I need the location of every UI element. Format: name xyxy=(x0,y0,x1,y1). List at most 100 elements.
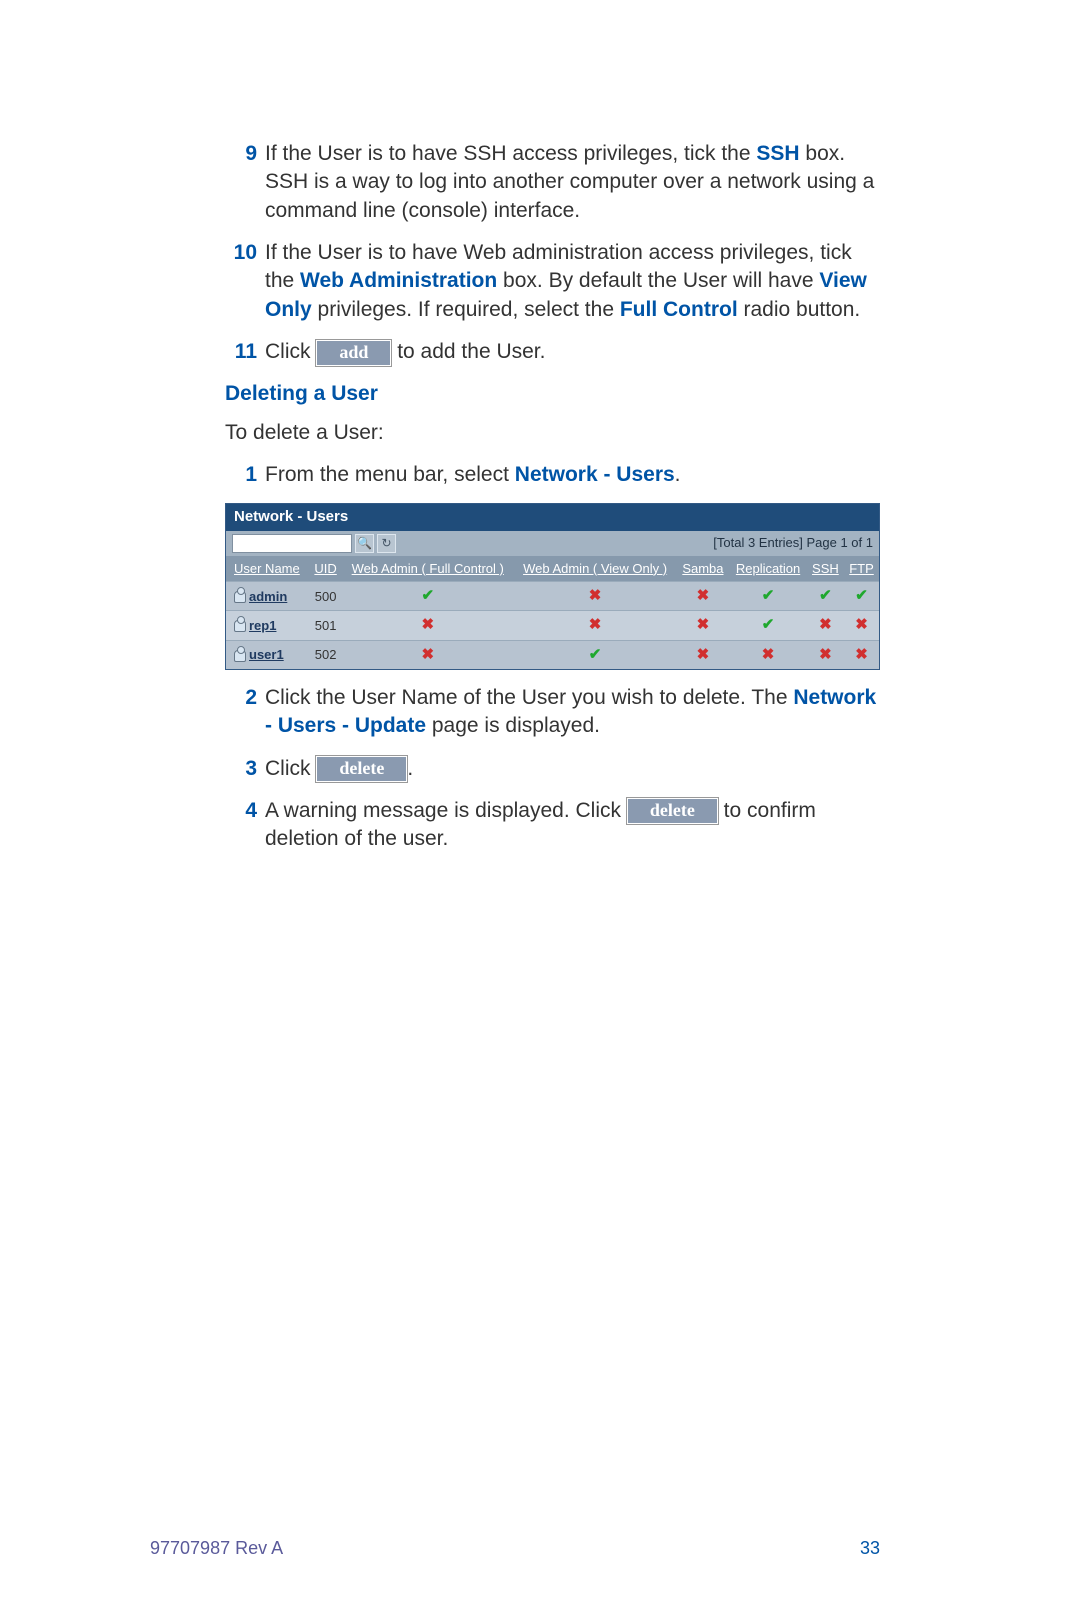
search-icon[interactable]: 🔍 xyxy=(355,534,374,553)
delete-button-confirm[interactable]: delete xyxy=(627,798,718,824)
step-11: 11 Click add to add the User. xyxy=(225,338,880,366)
page-number: 33 xyxy=(860,1538,880,1559)
step-body: A warning message is displayed. Click de… xyxy=(265,797,880,854)
cell-repl: ✔ xyxy=(729,611,807,640)
text: Click the User Name of the User you wish… xyxy=(265,686,793,709)
web-admin-label: Web Administration xyxy=(300,269,497,292)
step-number: 1 xyxy=(225,461,265,489)
cell-samba: ✖ xyxy=(677,582,730,611)
step-body: From the menu bar, select Network - User… xyxy=(265,461,880,489)
pagination-info: [Total 3 Entries] Page 1 of 1 xyxy=(713,534,873,552)
panel-title: Network - Users xyxy=(226,504,879,530)
panel-toolbar: 🔍 ↻ [Total 3 Entries] Page 1 of 1 xyxy=(226,531,879,556)
col-uid[interactable]: UID xyxy=(309,556,342,582)
cell-ftp: ✔ xyxy=(844,582,879,611)
add-button[interactable]: add xyxy=(316,340,391,366)
check-icon: ✔ xyxy=(819,587,832,604)
col-samba[interactable]: Samba xyxy=(677,556,730,582)
users-table: User Name UID Web Admin ( Full Control )… xyxy=(226,556,879,669)
cell-samba: ✖ xyxy=(677,640,730,669)
delete-step-4: 4 A warning message is displayed. Click … xyxy=(225,797,880,854)
col-username[interactable]: User Name xyxy=(226,556,309,582)
check-icon: ✔ xyxy=(421,587,434,604)
step-number: 4 xyxy=(225,797,265,854)
user-icon xyxy=(234,591,246,603)
delete-step-3: 3 Click delete. xyxy=(225,755,880,783)
col-ssh[interactable]: SSH xyxy=(807,556,844,582)
step-number: 11 xyxy=(225,338,265,366)
text: box. By default the User will have xyxy=(497,269,819,292)
col-webadmin-full[interactable]: Web Admin ( Full Control ) xyxy=(342,556,514,582)
cell-samba: ✖ xyxy=(677,611,730,640)
text: Click xyxy=(265,757,316,780)
cell-username[interactable]: admin xyxy=(226,582,309,611)
table-row: rep1501 ✖ ✖ ✖ ✔ ✖ ✖ xyxy=(226,611,879,640)
cross-icon: ✖ xyxy=(697,646,710,663)
ssh-label: SSH xyxy=(756,142,799,165)
table-row: user1502 ✖ ✔ ✖ ✖ ✖ ✖ xyxy=(226,640,879,669)
cell-username[interactable]: rep1 xyxy=(226,611,309,640)
cell-wa-view: ✖ xyxy=(514,611,677,640)
text: to add the User. xyxy=(391,340,545,363)
cross-icon: ✖ xyxy=(697,587,710,604)
text: From the menu bar, select xyxy=(265,463,515,486)
step-number: 10 xyxy=(225,239,265,324)
step-body: Click add to add the User. xyxy=(265,338,880,366)
cross-icon: ✖ xyxy=(819,616,832,633)
cell-wa-view: ✖ xyxy=(514,582,677,611)
text: privileges. If required, select the xyxy=(312,298,620,321)
cross-icon: ✖ xyxy=(855,646,868,663)
doc-id: 97707987 Rev A xyxy=(150,1538,283,1559)
step-number: 9 xyxy=(225,140,265,225)
cell-ftp: ✖ xyxy=(844,640,879,669)
cross-icon: ✖ xyxy=(589,616,602,633)
text: If the User is to have SSH access privil… xyxy=(265,142,756,165)
cell-ssh: ✔ xyxy=(807,582,844,611)
check-icon: ✔ xyxy=(762,616,775,633)
network-users-panel: Network - Users 🔍 ↻ [Total 3 Entries] Pa… xyxy=(225,503,880,670)
text: radio button. xyxy=(738,298,861,321)
cell-wa-view: ✔ xyxy=(514,640,677,669)
col-replication[interactable]: Replication xyxy=(729,556,807,582)
cell-uid: 500 xyxy=(309,582,342,611)
cross-icon: ✖ xyxy=(697,616,710,633)
user-icon xyxy=(234,650,246,662)
cell-repl: ✖ xyxy=(729,640,807,669)
col-webadmin-view[interactable]: Web Admin ( View Only ) xyxy=(514,556,677,582)
delete-step-2: 2 Click the User Name of the User you wi… xyxy=(225,684,880,741)
cross-icon: ✖ xyxy=(762,646,775,663)
cell-username[interactable]: user1 xyxy=(226,640,309,669)
refresh-icon[interactable]: ↻ xyxy=(377,534,396,553)
delete-button[interactable]: delete xyxy=(316,756,407,782)
cell-wa-full: ✖ xyxy=(342,640,514,669)
text: page is displayed. xyxy=(426,714,600,737)
step-number: 2 xyxy=(225,684,265,741)
page-footer: 97707987 Rev A 33 xyxy=(150,1538,880,1559)
delete-intro: To delete a User: xyxy=(225,419,880,447)
col-ftp[interactable]: FTP xyxy=(844,556,879,582)
cell-wa-full: ✖ xyxy=(342,611,514,640)
cell-uid: 502 xyxy=(309,640,342,669)
check-icon: ✔ xyxy=(762,587,775,604)
cross-icon: ✖ xyxy=(819,646,832,663)
text: A warning message is displayed. Click xyxy=(265,799,627,822)
step-body: Click the User Name of the User you wish… xyxy=(265,684,880,741)
step-body: If the User is to have SSH access privil… xyxy=(265,140,880,225)
cross-icon: ✖ xyxy=(589,587,602,604)
check-icon: ✔ xyxy=(855,587,868,604)
search-input[interactable] xyxy=(232,534,352,553)
cell-ssh: ✖ xyxy=(807,640,844,669)
cell-uid: 501 xyxy=(309,611,342,640)
cross-icon: ✖ xyxy=(421,616,434,633)
delete-step-1: 1 From the menu bar, select Network - Us… xyxy=(225,461,880,489)
network-users-link: Network - Users xyxy=(515,463,675,486)
step-9: 9 If the User is to have SSH access priv… xyxy=(225,140,880,225)
text: . xyxy=(675,463,681,486)
cell-wa-full: ✔ xyxy=(342,582,514,611)
check-icon: ✔ xyxy=(589,646,602,663)
full-control-label: Full Control xyxy=(620,298,738,321)
cell-repl: ✔ xyxy=(729,582,807,611)
text: Click xyxy=(265,340,316,363)
cross-icon: ✖ xyxy=(421,646,434,663)
cross-icon: ✖ xyxy=(855,616,868,633)
